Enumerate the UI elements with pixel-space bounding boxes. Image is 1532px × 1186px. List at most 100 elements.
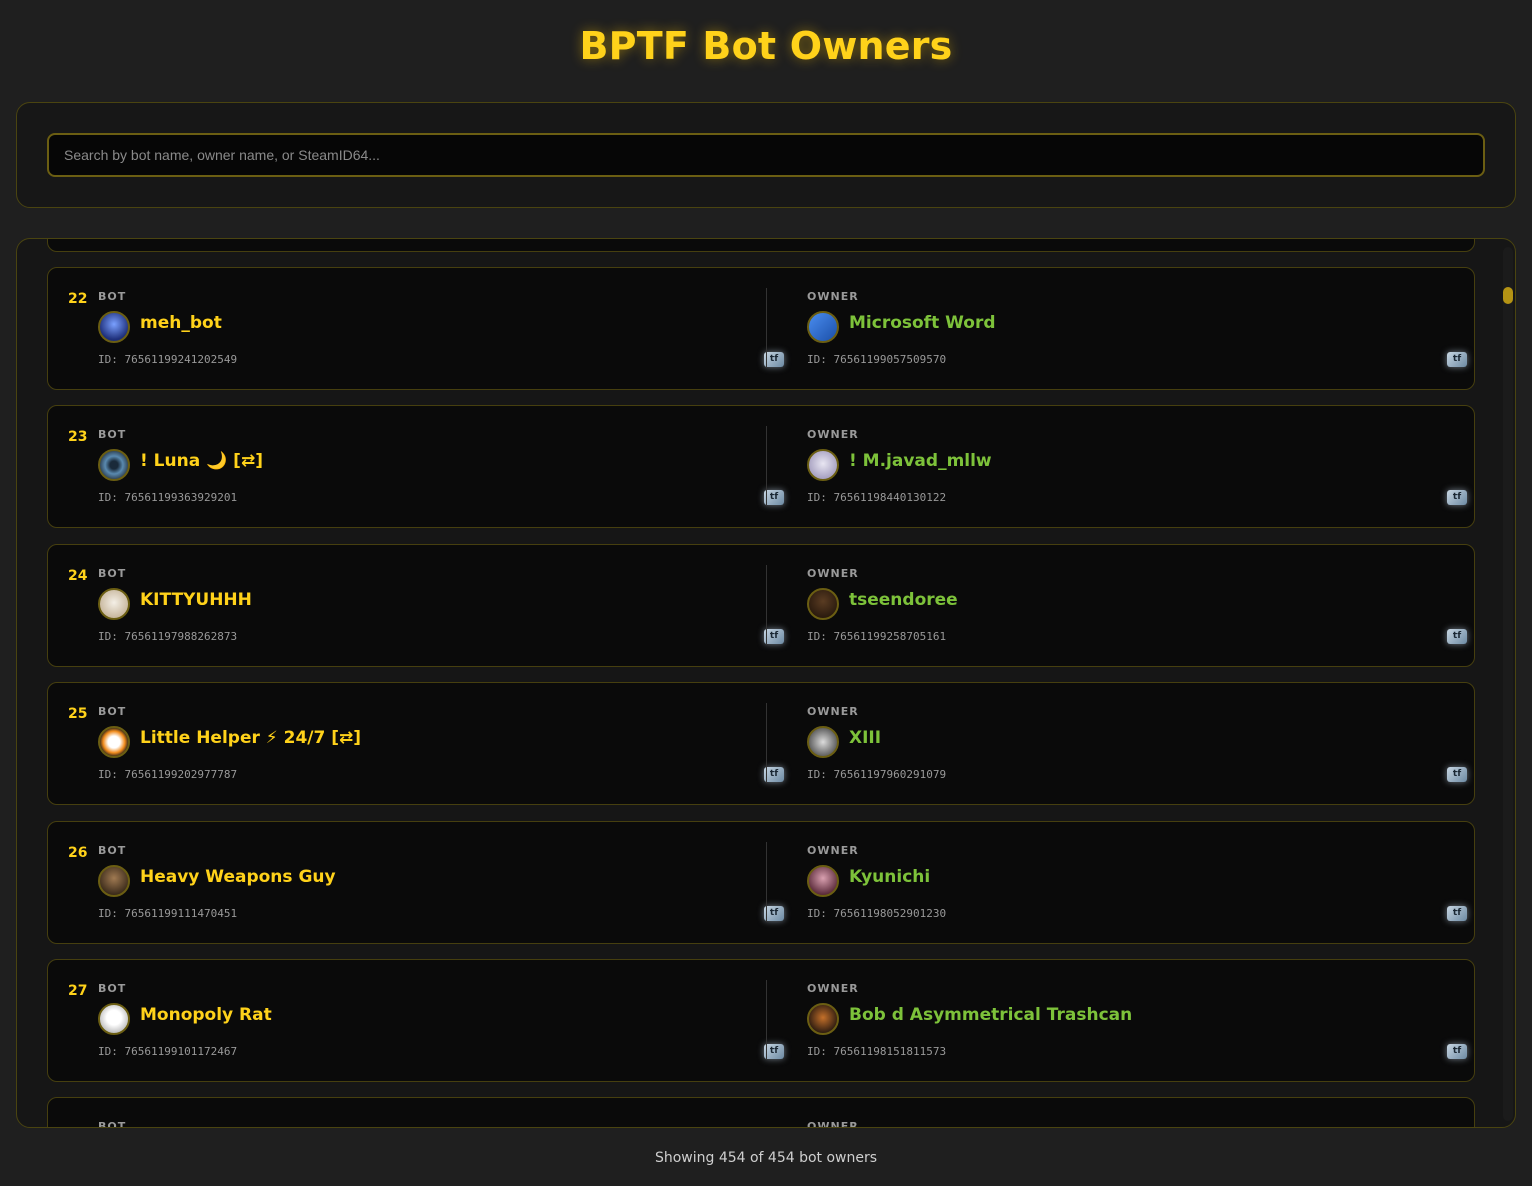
backpack-tf-icon[interactable]: tf: [1447, 767, 1467, 782]
owner-label: OWNER: [807, 844, 859, 857]
owner-steamid: ID: 76561197960291079: [807, 768, 947, 781]
owner-label: OWNER: [807, 567, 859, 580]
bot-section: BOT meh_bot ID: 76561199241202549 tf: [98, 268, 784, 389]
divider: [766, 565, 767, 645]
divider: [766, 703, 767, 783]
bot-label: BOT: [98, 428, 127, 441]
divider: [766, 980, 767, 1060]
owner-avatar[interactable]: [807, 588, 839, 620]
bot-steamid: ID: 76561197988262873: [98, 630, 238, 643]
divider: [766, 288, 767, 368]
owner-section: OWNER Bob d Asymmetrical Trashcan ID: 76…: [807, 960, 1467, 1081]
list-item[interactable]: 22 BOT meh_bot ID: 76561199241202549 tf …: [47, 267, 1475, 390]
owner-name[interactable]: tseendoree: [849, 590, 958, 610]
owner-section: OWNER tseendoree ID: 76561199258705161 t…: [807, 545, 1467, 666]
owner-label: OWNER: [807, 290, 859, 303]
owner-name[interactable]: Bob d Asymmetrical Trashcan: [849, 1005, 1132, 1025]
bot-section: BOT KITTYUHHH ID: 76561197988262873 tf: [98, 545, 784, 666]
scrollbar-thumb[interactable]: [1503, 287, 1513, 304]
bot-avatar[interactable]: [98, 449, 130, 481]
backpack-tf-icon[interactable]: tf: [764, 767, 784, 782]
owner-steamid: ID: 76561198052901230: [807, 907, 947, 920]
owner-name[interactable]: Kyunichi: [849, 867, 930, 887]
backpack-tf-icon[interactable]: tf: [1447, 906, 1467, 921]
owner-steamid: ID: 76561198440130122: [807, 491, 947, 504]
bot-steamid: ID: 76561199101172467: [98, 1045, 238, 1058]
backpack-tf-icon[interactable]: tf: [1447, 1044, 1467, 1059]
bot-name[interactable]: ! Luna 🌙 [⇄]: [140, 451, 263, 471]
bot-section: BOT Monopoly Rat ID: 76561199101172467 t…: [98, 960, 784, 1081]
bot-label: BOT: [98, 290, 127, 303]
bot-avatar[interactable]: [98, 726, 130, 758]
divider: [766, 842, 767, 922]
bot-section: BOT Heavy Weapons Guy ID: 76561199111470…: [98, 822, 784, 943]
bot-section: BOT Little Helper ⚡ 24/7 [⇄] ID: 7656119…: [98, 683, 784, 804]
bot-avatar[interactable]: [98, 865, 130, 897]
owner-name[interactable]: ! M.javad_mllw: [849, 451, 992, 471]
backpack-tf-icon[interactable]: tf: [764, 490, 784, 505]
row-rank: 26: [68, 845, 88, 861]
backpack-tf-icon[interactable]: tf: [1447, 629, 1467, 644]
row-rank: 23: [68, 429, 88, 445]
bot-name[interactable]: meh_bot: [140, 313, 222, 333]
owner-steamid: ID: 76561199057509570: [807, 353, 947, 366]
owner-avatar[interactable]: [807, 311, 839, 343]
page-title: BPTF Bot Owners: [579, 24, 953, 68]
owner-label: OWNER: [807, 705, 859, 718]
owner-section: OWNER Microsoft Word ID: 765611990575095…: [807, 268, 1467, 389]
backpack-tf-icon[interactable]: tf: [764, 906, 784, 921]
owner-section: OWNER: [807, 1098, 1467, 1128]
bot-label: BOT: [98, 1120, 127, 1128]
row-rank: 24: [68, 568, 88, 584]
list-item[interactable]: 25 BOT Little Helper ⚡ 24/7 [⇄] ID: 7656…: [47, 682, 1475, 805]
bot-steamid: ID: 76561199111470451: [98, 907, 238, 920]
list-item[interactable]: 26 BOT Heavy Weapons Guy ID: 76561199111…: [47, 821, 1475, 944]
row-rank: 25: [68, 706, 88, 722]
owner-avatar[interactable]: [807, 449, 839, 481]
bot-section: BOT: [98, 1098, 766, 1128]
divider: [766, 426, 767, 506]
owner-section: OWNER Kyunichi ID: 76561198052901230 tf: [807, 822, 1467, 943]
bot-label: BOT: [98, 705, 127, 718]
row-rank: 27: [68, 983, 88, 999]
owner-label: OWNER: [807, 428, 859, 441]
bot-label: BOT: [98, 567, 127, 580]
owner-avatar[interactable]: [807, 1003, 839, 1035]
owner-avatar[interactable]: [807, 865, 839, 897]
list-item[interactable]: 23 BOT ! Luna 🌙 [⇄] ID: 7656119936392920…: [47, 405, 1475, 528]
backpack-tf-icon[interactable]: tf: [1447, 352, 1467, 367]
search-input[interactable]: [47, 133, 1485, 177]
owner-avatar[interactable]: [807, 726, 839, 758]
results-count: Showing 454 of 454 bot owners: [654, 1150, 878, 1166]
bot-name[interactable]: Monopoly Rat: [140, 1005, 272, 1025]
bot-name[interactable]: Heavy Weapons Guy: [140, 867, 336, 887]
owner-label: OWNER: [807, 982, 859, 995]
list-item[interactable]: BOT OWNER: [47, 1097, 1475, 1128]
owner-name[interactable]: Microsoft Word: [849, 313, 996, 333]
bot-avatar[interactable]: [98, 1003, 130, 1035]
bot-avatar[interactable]: [98, 311, 130, 343]
bot-owner-list[interactable]: 22 BOT meh_bot ID: 76561199241202549 tf …: [16, 238, 1516, 1128]
owner-section: OWNER ! M.javad_mllw ID: 765611984401301…: [807, 406, 1467, 527]
backpack-tf-icon[interactable]: tf: [764, 352, 784, 367]
list-item[interactable]: 24 BOT KITTYUHHH ID: 76561197988262873 t…: [47, 544, 1475, 667]
bot-steamid: ID: 76561199363929201: [98, 491, 238, 504]
owner-name[interactable]: XIII: [849, 728, 881, 748]
bot-avatar[interactable]: [98, 588, 130, 620]
bot-steamid: ID: 76561199202977787: [98, 768, 238, 781]
owner-label: OWNER: [807, 1120, 859, 1128]
backpack-tf-icon[interactable]: tf: [1447, 490, 1467, 505]
list-item[interactable]: 27 BOT Monopoly Rat ID: 7656119910117246…: [47, 959, 1475, 1082]
bot-label: BOT: [98, 982, 127, 995]
backpack-tf-icon[interactable]: tf: [764, 629, 784, 644]
row-rank: 22: [68, 291, 88, 307]
owner-steamid: ID: 76561199258705161: [807, 630, 947, 643]
bot-name[interactable]: KITTYUHHH: [140, 590, 252, 610]
bot-steamid: ID: 76561199241202549: [98, 353, 238, 366]
owner-steamid: ID: 76561198151811573: [807, 1045, 947, 1058]
bot-name[interactable]: Little Helper ⚡ 24/7 [⇄]: [140, 728, 361, 748]
list-item[interactable]: [47, 239, 1475, 252]
owner-section: OWNER XIII ID: 76561197960291079 tf: [807, 683, 1467, 804]
backpack-tf-icon[interactable]: tf: [764, 1044, 784, 1059]
scrollbar[interactable]: [1503, 247, 1513, 1121]
